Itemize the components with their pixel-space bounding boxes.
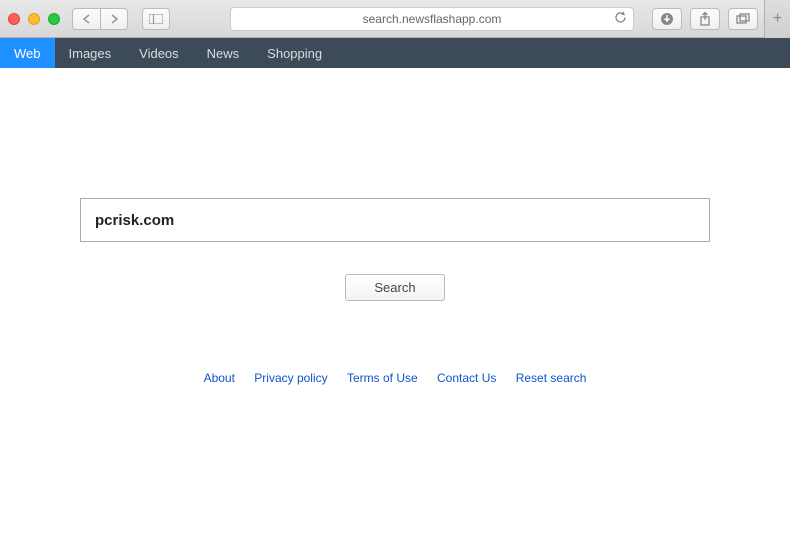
minimize-window-button[interactable] — [28, 13, 40, 25]
downloads-button[interactable] — [652, 8, 682, 30]
forward-button[interactable] — [100, 8, 128, 30]
window-controls — [8, 13, 60, 25]
link-privacy-policy[interactable]: Privacy policy — [254, 371, 327, 385]
reload-icon[interactable] — [614, 11, 627, 27]
tabs-button[interactable] — [728, 8, 758, 30]
page-content: Web Images Videos News Shopping Search A… — [0, 38, 790, 542]
address-url: search.newsflashapp.com — [363, 12, 502, 26]
link-about[interactable]: About — [204, 371, 235, 385]
toolbar-right-buttons — [652, 8, 758, 30]
search-button[interactable]: Search — [345, 274, 444, 301]
tab-images[interactable]: Images — [55, 38, 126, 68]
search-input[interactable] — [80, 198, 710, 242]
back-button[interactable] — [72, 8, 100, 30]
tab-videos[interactable]: Videos — [125, 38, 193, 68]
address-bar[interactable]: search.newsflashapp.com — [230, 7, 634, 31]
search-area: Search About Privacy policy Terms of Use… — [0, 68, 790, 385]
category-tab-bar: Web Images Videos News Shopping — [0, 38, 790, 68]
tab-label: Videos — [139, 46, 179, 61]
share-button[interactable] — [690, 8, 720, 30]
tab-label: Web — [14, 46, 41, 61]
new-tab-button[interactable]: + — [764, 0, 790, 38]
tab-shopping[interactable]: Shopping — [253, 38, 336, 68]
tab-label: News — [207, 46, 240, 61]
tab-label: Images — [69, 46, 112, 61]
tab-web[interactable]: Web — [0, 38, 55, 68]
nav-back-forward — [72, 8, 128, 30]
link-terms-of-use[interactable]: Terms of Use — [347, 371, 418, 385]
close-window-button[interactable] — [8, 13, 20, 25]
tab-label: Shopping — [267, 46, 322, 61]
link-contact-us[interactable]: Contact Us — [437, 371, 496, 385]
sidebar-toggle-button[interactable] — [142, 8, 170, 30]
tab-news[interactable]: News — [193, 38, 254, 68]
browser-toolbar: search.newsflashapp.com + — [0, 0, 790, 38]
maximize-window-button[interactable] — [48, 13, 60, 25]
footer-links: About Privacy policy Terms of Use Contac… — [80, 371, 710, 385]
link-reset-search[interactable]: Reset search — [516, 371, 587, 385]
